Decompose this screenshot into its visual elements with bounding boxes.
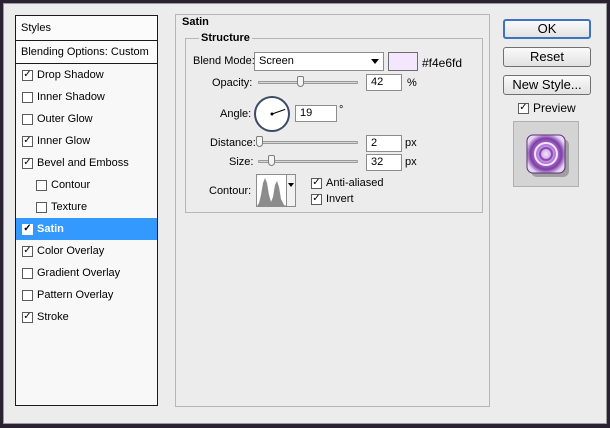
distance-slider-thumb[interactable] (256, 136, 263, 147)
opacity-label: Opacity: (212, 77, 253, 89)
style-item-label: Drop Shadow (37, 69, 104, 81)
style-item-contour[interactable]: Contour (16, 174, 157, 196)
style-item-pattern-overlay[interactable]: Pattern Overlay (16, 284, 157, 306)
opacity-slider-track[interactable] (258, 81, 358, 84)
style-item-drop-shadow[interactable]: ✓ Drop Shadow (16, 64, 157, 86)
style-item-gradient-overlay[interactable]: Gradient Overlay (16, 262, 157, 284)
checkbox-check-icon[interactable]: ✓ (22, 245, 33, 257)
preview-checkbox[interactable]: ✓ Preview (518, 101, 576, 115)
structure-title: Structure (199, 32, 252, 44)
reset-button[interactable]: Reset (503, 47, 591, 67)
angle-label: Angle: (220, 108, 252, 120)
style-item-label: Inner Shadow (37, 91, 105, 103)
invert-checkbox[interactable]: ✓ Invert (311, 193, 354, 205)
checkbox-check-icon: ✓ (518, 102, 529, 114)
style-item-label: Outer Glow (37, 113, 93, 125)
style-item-satin[interactable]: ✓ Satin (16, 218, 157, 240)
blend-mode-value: Screen (259, 55, 294, 67)
style-item-label: Texture (51, 201, 88, 213)
blend-mode-select[interactable]: Screen (254, 52, 384, 71)
style-item-label: Color Overlay (37, 245, 105, 257)
style-item-label: Stroke (37, 311, 69, 323)
contour-curve-icon (257, 178, 287, 206)
contour-picker[interactable] (256, 174, 296, 207)
style-item-label: Gradient Overlay (37, 267, 121, 279)
style-item-label: Satin (37, 223, 64, 235)
checkbox-check-icon: ✓ (311, 193, 322, 205)
checkbox-check-icon[interactable]: ✓ (22, 223, 33, 235)
style-item-texture[interactable]: Texture (16, 196, 157, 218)
blending-options-item[interactable]: Blending Options: Custom (16, 41, 157, 64)
style-item-label: Bevel and Emboss (37, 157, 129, 169)
styles-header[interactable]: Styles (16, 16, 157, 41)
checkbox-check-icon[interactable] (36, 201, 47, 213)
new-style-button[interactable]: New Style... (503, 75, 591, 95)
checkbox-check-icon[interactable]: ✓ (22, 157, 33, 169)
styles-list: Styles Blending Options: Custom ✓ Drop Sh… (15, 15, 158, 406)
angle-dial[interactable] (254, 96, 290, 132)
checkbox-check-icon[interactable] (36, 179, 47, 191)
opacity-input[interactable]: 42 (366, 74, 402, 91)
angle-needle-icon (270, 108, 286, 116)
anti-aliased-label: Anti-aliased (326, 177, 384, 189)
style-item-stroke[interactable]: ✓ Stroke (16, 306, 157, 328)
distance-input[interactable]: 2 (366, 135, 402, 152)
checkbox-check-icon[interactable] (22, 91, 33, 103)
checkbox-check-icon: ✓ (311, 177, 322, 189)
opacity-unit: % (407, 77, 417, 89)
contour-dropdown-button[interactable] (286, 175, 295, 206)
opacity-slider-thumb[interactable] (297, 76, 304, 87)
distance-slider-track[interactable] (258, 141, 358, 144)
chevron-down-icon (371, 59, 379, 64)
checkbox-check-icon[interactable]: ✓ (22, 69, 33, 81)
blend-mode-label: Blend Mode: (193, 55, 255, 67)
checkbox-check-icon[interactable]: ✓ (22, 311, 33, 323)
preview-label: Preview (533, 101, 576, 115)
satin-title: Satin (180, 16, 211, 28)
style-item-label: Contour (51, 179, 91, 191)
size-slider-thumb[interactable] (268, 155, 275, 166)
checkbox-check-icon[interactable] (22, 113, 33, 125)
checkbox-check-icon[interactable] (22, 267, 33, 279)
distance-label: Distance: (210, 137, 256, 149)
style-item-label: Pattern Overlay (37, 289, 114, 301)
contour-label: Contour: (209, 185, 252, 197)
chevron-down-icon (288, 183, 294, 187)
style-item-label: Inner Glow (37, 135, 91, 147)
size-unit: px (405, 156, 417, 168)
style-preview (513, 121, 579, 187)
style-item-inner-glow[interactable]: ✓ Inner Glow (16, 130, 157, 152)
style-item-bevel-and-emboss[interactable]: ✓ Bevel and Emboss (16, 152, 157, 174)
preview-thumbnail-icon (526, 134, 569, 177)
invert-label: Invert (326, 193, 354, 205)
size-input[interactable]: 32 (366, 154, 402, 171)
style-item-color-overlay[interactable]: ✓ Color Overlay (16, 240, 157, 262)
size-label: Size: (229, 156, 254, 168)
satin-color-swatch[interactable] (388, 52, 418, 71)
distance-unit: px (405, 137, 417, 149)
angle-input[interactable]: 19 (295, 105, 337, 122)
style-item-inner-shadow[interactable]: Inner Shadow (16, 86, 157, 108)
angle-unit: ° (339, 104, 344, 116)
style-item-outer-glow[interactable]: Outer Glow (16, 108, 157, 130)
anti-aliased-checkbox[interactable]: ✓ Anti-aliased (311, 177, 383, 189)
checkbox-check-icon[interactable] (22, 289, 33, 301)
checkbox-check-icon[interactable]: ✓ (22, 135, 33, 147)
satin-color-hex: #f4e6fd (422, 56, 463, 70)
ok-button[interactable]: OK (503, 19, 591, 39)
